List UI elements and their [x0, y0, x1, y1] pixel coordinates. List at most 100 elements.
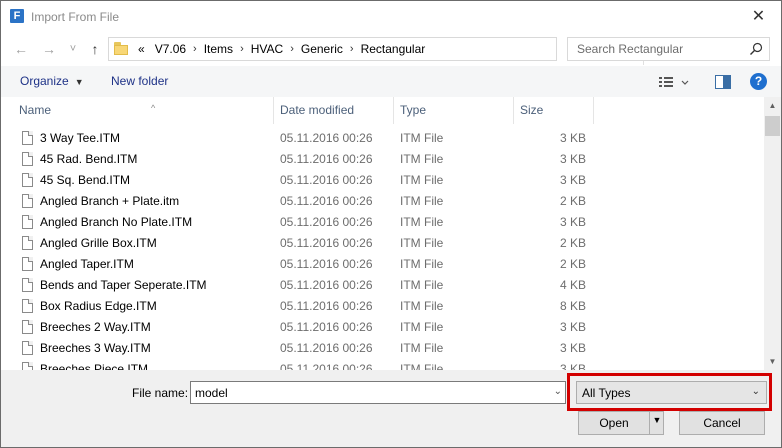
- file-name: 3 Way Tee.ITM: [40, 131, 121, 145]
- chevron-right-icon[interactable]: ›: [288, 43, 296, 55]
- file-date: 05.11.2016 00:26: [280, 278, 373, 292]
- import-dialog: F Import From File ✕ ← → ˅ ↑ « V7.06 › I…: [0, 0, 782, 448]
- file-type: ITM File: [400, 236, 444, 250]
- scroll-up-arrow-icon[interactable]: ▲: [764, 97, 781, 114]
- file-date: 05.11.2016 00:26: [280, 131, 373, 145]
- file-size: 3 KB: [559, 215, 586, 229]
- table-row[interactable]: Bends and Taper Seperate.ITM 05.11.2016 0…: [1, 275, 764, 296]
- file-name: Breeches Piece.ITM: [40, 362, 149, 370]
- table-row[interactable]: Breeches 2 Way.ITM 05.11.2016 00:26 ITM Fi…: [1, 317, 764, 338]
- file-icon: [22, 341, 33, 355]
- new-folder-button[interactable]: New folder: [111, 74, 168, 88]
- app-icon: F: [10, 9, 24, 23]
- chevron-right-icon[interactable]: ›: [348, 43, 356, 55]
- file-size: 3 KB: [559, 341, 586, 355]
- file-date: 05.11.2016 00:26: [280, 236, 373, 250]
- file-type: ITM File: [400, 320, 444, 334]
- open-button[interactable]: Open ▼: [578, 411, 664, 435]
- column-header-size[interactable]: Size: [514, 97, 594, 124]
- breadcrumb-item[interactable]: Items: [199, 42, 238, 56]
- chevron-right-icon[interactable]: ›: [191, 43, 199, 55]
- breadcrumb-item[interactable]: V7.06: [150, 42, 191, 56]
- organize-label: Organize: [20, 74, 69, 88]
- table-row[interactable]: 45 Sq. Bend.ITM 05.11.2016 00:26 ITM File 3…: [1, 170, 764, 191]
- table-row[interactable]: Box Radius Edge.ITM 05.11.2016 00:26 ITM F…: [1, 296, 764, 317]
- table-row[interactable]: Breeches 3 Way.ITM 05.11.2016 00:26 ITM Fi…: [1, 338, 764, 359]
- column-headers: Name ^ Date modified Type Size: [1, 97, 764, 124]
- chevron-right-icon[interactable]: ›: [238, 43, 246, 55]
- file-size: 3 KB: [559, 173, 586, 187]
- file-size: 2 KB: [559, 257, 586, 271]
- recent-locations-button[interactable]: ˅: [64, 40, 82, 58]
- table-row[interactable]: Breeches Piece.ITM 05.11.2016 00:26 ITM Fi…: [1, 359, 764, 370]
- column-header-name-label: Name: [19, 103, 52, 117]
- file-name: Angled Grille Box.ITM: [40, 236, 157, 250]
- file-icon: [22, 320, 33, 334]
- command-bar: Organize ▼ New folder ?: [1, 66, 781, 97]
- column-header-date[interactable]: Date modified: [274, 97, 394, 124]
- file-type: ITM File: [400, 362, 444, 370]
- file-date: 05.11.2016 00:26: [280, 320, 373, 334]
- file-type: ITM File: [400, 194, 444, 208]
- dialog-footer: File name: ⌄ All Types ⌄ Open ▼ Cancel: [1, 370, 781, 447]
- help-icon[interactable]: ?: [750, 73, 767, 90]
- file-size: 2 KB: [559, 194, 586, 208]
- file-size: 3 KB: [559, 131, 586, 145]
- breadcrumb-item[interactable]: Generic: [296, 42, 348, 56]
- file-type: ITM File: [400, 173, 444, 187]
- scroll-down-arrow-icon[interactable]: ▼: [764, 353, 781, 370]
- file-icon: [22, 194, 33, 208]
- cancel-button[interactable]: Cancel: [679, 411, 765, 435]
- file-type: ITM File: [400, 257, 444, 271]
- filename-input[interactable]: [191, 382, 547, 403]
- file-rows: 3 Way Tee.ITM 05.11.2016 00:26 ITM File 3 K…: [1, 128, 764, 370]
- preview-pane-icon[interactable]: [714, 73, 732, 91]
- forward-button[interactable]: →: [40, 40, 58, 58]
- file-date: 05.11.2016 00:26: [280, 257, 373, 271]
- chevron-down-icon[interactable]: ⌄: [554, 386, 562, 397]
- file-name: Box Radius Edge.ITM: [40, 299, 157, 313]
- file-name: Angled Branch No Plate.ITM: [40, 215, 193, 229]
- table-row[interactable]: Angled Grille Box.ITM 05.11.2016 00:26 ITM…: [1, 233, 764, 254]
- vertical-scrollbar[interactable]: ▲ ▼: [764, 97, 781, 370]
- filename-combobox[interactable]: ⌄: [190, 381, 566, 404]
- file-name: Angled Branch + Plate.itm: [40, 194, 180, 208]
- folder-icon: [114, 42, 128, 55]
- file-type: ITM File: [400, 131, 444, 145]
- file-list: Name ^ Date modified Type Size 3 Way Tee…: [1, 97, 781, 370]
- file-size: 3 KB: [559, 152, 586, 166]
- table-row[interactable]: Angled Branch No Plate.ITM 05.11.2016 00:…: [1, 212, 764, 233]
- column-header-type[interactable]: Type: [394, 97, 514, 124]
- file-icon: [22, 236, 33, 250]
- window-title: Import From File: [31, 10, 120, 24]
- file-date: 05.11.2016 00:26: [280, 215, 373, 229]
- address-bar[interactable]: « V7.06 › Items › HVAC › Generic › Recta…: [108, 37, 658, 65]
- open-options-arrow-icon[interactable]: ▼: [650, 415, 664, 425]
- file-icon: [22, 131, 33, 145]
- file-size: 3 KB: [559, 362, 586, 370]
- view-options-icon[interactable]: [658, 73, 692, 91]
- search-input[interactable]: [568, 38, 748, 60]
- organize-button[interactable]: Organize ▼: [20, 74, 84, 88]
- breadcrumb-overflow[interactable]: «: [133, 42, 150, 56]
- chevron-down-icon: ▼: [74, 77, 84, 87]
- table-row[interactable]: Angled Branch + Plate.itm 05.11.2016 00:2…: [1, 191, 764, 212]
- table-row[interactable]: Angled Taper.ITM 05.11.2016 00:26 ITM File…: [1, 254, 764, 275]
- breadcrumb-item[interactable]: HVAC: [246, 42, 288, 56]
- back-button[interactable]: ←: [12, 40, 30, 58]
- close-button[interactable]: ✕: [736, 1, 781, 32]
- search-box[interactable]: [567, 37, 770, 61]
- table-row[interactable]: 45 Rad. Bend.ITM 05.11.2016 00:26 ITM File…: [1, 149, 764, 170]
- search-icon[interactable]: [749, 42, 763, 56]
- column-header-name[interactable]: Name ^: [13, 97, 274, 124]
- breadcrumb-item[interactable]: Rectangular: [356, 42, 431, 56]
- file-type: ITM File: [400, 278, 444, 292]
- file-name: 45 Rad. Bend.ITM: [40, 152, 138, 166]
- table-row[interactable]: 3 Way Tee.ITM 05.11.2016 00:26 ITM File 3 K…: [1, 128, 764, 149]
- filename-label: File name:: [132, 386, 189, 400]
- title-bar: F Import From File ✕: [1, 1, 781, 32]
- scrollbar-thumb[interactable]: [765, 116, 780, 136]
- file-date: 05.11.2016 00:26: [280, 341, 373, 355]
- file-date: 05.11.2016 00:26: [280, 152, 373, 166]
- up-folder-button[interactable]: ↑: [86, 40, 104, 58]
